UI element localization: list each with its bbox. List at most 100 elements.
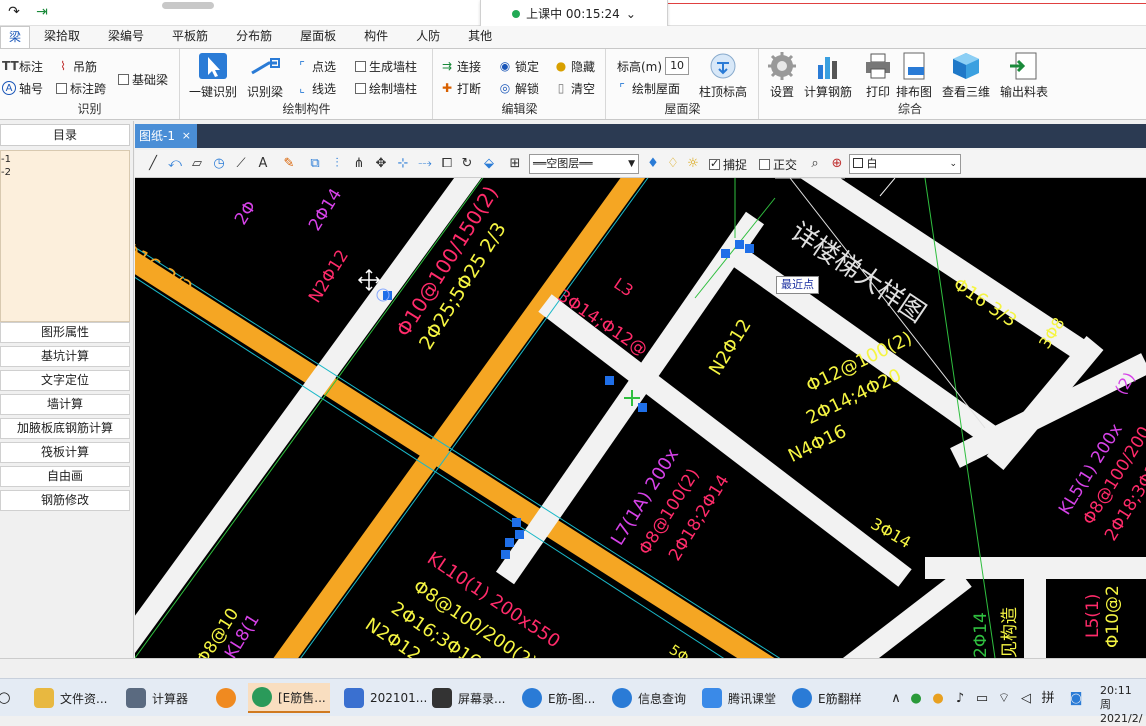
hanger-rebar-button[interactable]: ⌇ 吊筋	[56, 56, 97, 76]
rebar-modify-button[interactable]: 钢筋修改	[0, 490, 130, 511]
height-input[interactable]: 10	[665, 57, 690, 75]
zoom-icon[interactable]: ⌕	[807, 156, 823, 172]
mirror-tool-icon[interactable]: ⋔	[351, 156, 367, 172]
menu-tab-civil-defense[interactable]: 人防	[402, 26, 454, 48]
task-screen-recorder[interactable]: 屏幕录...	[428, 683, 509, 713]
offset-tool-icon[interactable]: ⫶	[329, 156, 345, 172]
brush-tool-icon[interactable]: ✎	[281, 156, 297, 172]
qq-icon[interactable]: ◙	[1068, 691, 1084, 707]
chevron-up-icon[interactable]: ∧	[888, 691, 904, 707]
menu-tab-beam-number[interactable]: 梁编号	[94, 26, 158, 48]
menu-tab-other[interactable]: 其他	[454, 26, 506, 48]
export-icon[interactable]: ⇥	[34, 4, 50, 20]
crosshair-icon[interactable]: ⊕	[829, 156, 845, 172]
directory-header[interactable]: 目录	[0, 124, 130, 146]
wall-calc-button[interactable]: 墙计算	[0, 394, 130, 415]
layer-manager-icon[interactable]: ⊞	[507, 156, 523, 172]
network-icon[interactable]: ⌔	[996, 691, 1012, 707]
hide-button[interactable]: ● 隐藏	[554, 56, 595, 76]
axis-number-button[interactable]: A 轴号	[2, 78, 43, 98]
haunch-slab-rebar-calc-button[interactable]: 加腋板底钢筋计算	[0, 418, 130, 439]
task-info-query[interactable]: 信息查询	[608, 683, 690, 713]
task-document[interactable]: 202101...	[340, 683, 431, 713]
draw-roof-button[interactable]: ⌜ 绘制屋面	[615, 78, 680, 98]
lock-button[interactable]: ◉ 锁定	[498, 56, 539, 76]
tree-item[interactable]: -1	[1, 153, 129, 166]
free-draw-button[interactable]: 自由画	[0, 466, 130, 487]
search-icon[interactable]: ○	[0, 689, 12, 705]
export-material-list-button[interactable]: 输出料表	[1000, 51, 1048, 100]
one-click-identify-button[interactable]: 一键识别	[189, 51, 237, 100]
close-icon[interactable]: ×	[182, 124, 191, 148]
point-select-button[interactable]: ⌜ 点选	[295, 56, 336, 76]
dimension-tool-icon[interactable]: ⟋	[233, 156, 249, 172]
graphic-properties-button[interactable]: 图形属性	[0, 322, 130, 343]
task-app[interactable]	[212, 683, 246, 713]
settings-button[interactable]: 设置	[766, 51, 798, 100]
text-locate-button[interactable]: 文字定位	[0, 370, 130, 391]
scale-tool-icon[interactable]: ⧠	[439, 156, 455, 172]
generate-wall-column-button[interactable]: 生成墙柱	[355, 56, 417, 76]
microphone-icon[interactable]: ♪	[952, 691, 968, 707]
system-clock[interactable]: 20:11 周 2021/2/	[1100, 684, 1146, 726]
draw-wall-column-button[interactable]: 绘制墙柱	[355, 78, 417, 98]
redo-arrow-icon[interactable]: ↷	[6, 4, 22, 20]
layer-select[interactable]: ══空图层══ ▼	[529, 154, 639, 174]
circle-tool-icon[interactable]: ◷	[211, 156, 227, 172]
scroll-thumb[interactable]	[162, 2, 214, 9]
battery-icon[interactable]: ▭	[974, 691, 990, 707]
line-select-button[interactable]: ⌞ 线选	[295, 78, 336, 98]
task-ejin-sales[interactable]: [E筋售...	[248, 683, 330, 713]
foundation-beam-checkbox[interactable]: 基础梁	[118, 69, 168, 89]
tray-app-icon[interactable]: ●	[930, 691, 946, 707]
extend-tool-icon[interactable]: ⤏	[417, 156, 433, 172]
foundation-pit-calc-button[interactable]: 基坑计算	[0, 346, 130, 367]
unlock-button[interactable]: ◎ 解锁	[498, 78, 539, 98]
view-3d-button[interactable]: 查看三维	[942, 51, 990, 100]
document-tab[interactable]: 图纸-1 ×	[135, 124, 197, 148]
menu-tab-component[interactable]: 构件	[350, 26, 402, 48]
tray-app-icon[interactable]: ●	[908, 691, 924, 707]
cad-canvas[interactable]: Φ16 3/2 Φ10@100/150(2) 2Φ25;5Φ25 2/3 N2Φ…	[135, 178, 1146, 658]
layer-on-icon[interactable]: ♦	[645, 156, 661, 172]
layer-freeze-icon[interactable]: ♢	[665, 156, 681, 172]
clear-button[interactable]: ▯ 清空	[554, 78, 595, 98]
text-tool-icon[interactable]: A	[255, 156, 271, 172]
menu-tab-beam-pick[interactable]: 梁拾取	[30, 26, 94, 48]
rotate-tool-icon[interactable]: ↻	[459, 156, 475, 172]
task-file-explorer[interactable]: 文件资...	[30, 683, 111, 713]
input-method-icon[interactable]: 拼	[1040, 691, 1056, 707]
annotate-button[interactable]: TT 标注	[2, 56, 43, 76]
rectangle-tool-icon[interactable]: ▱	[189, 156, 205, 172]
ortho-checkbox[interactable]: 正交	[759, 154, 797, 174]
identify-beam-button[interactable]: 识别梁	[247, 51, 283, 100]
raft-calc-button[interactable]: 筏板计算	[0, 442, 130, 463]
print-button[interactable]: 打印	[862, 51, 894, 100]
menu-tab-beam[interactable]: 梁	[0, 26, 31, 48]
menu-tab-distribution-rebar[interactable]: 分布筋	[222, 26, 286, 48]
menu-tab-slab-rebar[interactable]: 平板筋	[158, 26, 222, 48]
annotate-span-checkbox[interactable]: 标注跨	[56, 78, 106, 98]
break-button[interactable]: ✚ 打断	[440, 78, 481, 98]
line-tool-icon[interactable]: ╱	[145, 156, 161, 172]
snap-checkbox[interactable]: 捕捉	[709, 154, 747, 174]
layer-sun-icon[interactable]: ☼	[685, 156, 701, 172]
menu-tab-roof-slab[interactable]: 屋面板	[286, 26, 350, 48]
task-ejin-drawing[interactable]: E筋-图...	[518, 683, 599, 713]
move-tool-icon[interactable]: ✥	[373, 156, 389, 172]
polyline-tool-icon[interactable]: ⤺	[167, 156, 183, 172]
column-top-elevation-button[interactable]: 柱顶标高	[699, 51, 747, 100]
calculate-rebar-button[interactable]: 计算钢筋	[804, 51, 852, 100]
task-tencent-classroom[interactable]: 腾讯课堂	[698, 683, 780, 713]
explode-tool-icon[interactable]: ⬙	[481, 156, 497, 172]
layout-diagram-button[interactable]: 排布图	[896, 51, 932, 100]
task-ejin-detailing[interactable]: E筋翻样	[788, 683, 866, 713]
connect-button[interactable]: ⇉ 连接	[440, 56, 481, 76]
trim-tool-icon[interactable]: ⊹	[395, 156, 411, 172]
color-select[interactable]: 白 ⌄	[849, 154, 961, 174]
class-timer-badge[interactable]: 上课中 00:15:24 ⌄	[480, 0, 668, 28]
volume-icon[interactable]: ◁	[1018, 691, 1034, 707]
copy-tool-icon[interactable]: ⧉	[307, 156, 323, 172]
task-calculator[interactable]: 计算器	[122, 683, 192, 713]
tree-item[interactable]: -2	[1, 166, 129, 179]
